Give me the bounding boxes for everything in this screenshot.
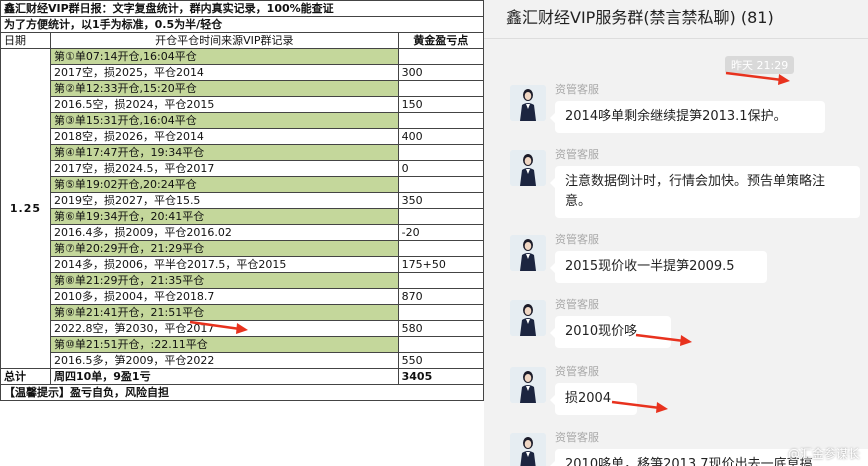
- total-row: 总计 周四10单，9盈1亏 3405: [0, 368, 485, 385]
- banner-row: 鑫汇财经VIP群日报：文字复盘统计，群内真实记录，100%能查证: [0, 0, 484, 17]
- table-row: 2010多，损2004，平仓2018.7 870: [1, 288, 485, 305]
- subheader-row: 为了方便统计，以1手为标准，0.5为半/轻仓: [0, 16, 484, 33]
- record-cell[interactable]: 第⑥单19:34开仓，20:41平仓: [49, 208, 399, 225]
- points-cell[interactable]: -20: [397, 224, 485, 241]
- record-cell[interactable]: 2019空，损2027，平仓15.5: [49, 192, 399, 209]
- report-sheet: 鑫汇财经VIP群日报：文字复盘统计，群内真实记录，100%能查证 为了方便统计，…: [0, 0, 485, 466]
- record-cell[interactable]: 2017空，损2024.5，平仓2017: [49, 160, 399, 177]
- sender-name: 资管客服: [555, 365, 599, 378]
- table-row: 第⑤单19:02开仓,20:24平仓: [1, 176, 485, 193]
- table-row: 第⑥单19:34开仓，20:41平仓: [1, 208, 485, 225]
- points-cell[interactable]: 350: [397, 192, 485, 209]
- chat-title: 鑫汇财经VIP服务群(禁言禁私聊) (81): [506, 8, 774, 27]
- tip-row: 【温馨提示】盈亏自负，风险自担: [0, 384, 484, 401]
- points-cell[interactable]: [397, 80, 485, 97]
- points-cell[interactable]: 300: [397, 64, 485, 81]
- sender-name: 资管客服: [555, 298, 599, 311]
- sender-name: 资管客服: [555, 431, 599, 444]
- points-cell[interactable]: 175+50: [397, 256, 485, 273]
- message-bubble[interactable]: 2014哆单剩余继续提笋2013.1保护。: [550, 101, 825, 133]
- message-bubble[interactable]: 注意数据倒计时，行情会加快。预告单策略注意。: [550, 166, 860, 218]
- table-row: 第⑦单20:29开仓，21:29平仓: [1, 240, 485, 257]
- table-row: 1.25 第①单07:14开仓,16:04平仓: [0, 48, 485, 369]
- record-cell[interactable]: 第④单17:47开仓，19:34平仓: [49, 144, 399, 161]
- red-arrow-icon: [611, 400, 668, 413]
- record-cell[interactable]: 第⑦单20:29开仓，21:29平仓: [49, 240, 399, 257]
- divider: [484, 38, 868, 39]
- table-row: 第⑩单21:51开仓，:22.11平仓: [1, 336, 485, 353]
- report-table: 鑫汇财经VIP群日报：文字复盘统计，群内真实记录，100%能查证 为了方便统计，…: [0, 0, 485, 401]
- total-description[interactable]: 周四10单，9盈1亏: [49, 368, 399, 385]
- total-label[interactable]: 总计: [0, 368, 51, 385]
- record-cell[interactable]: 第①单07:14开仓,16:04平仓: [49, 48, 399, 65]
- table-row: 第⑧单21:29开仓，21:35平仓: [1, 272, 485, 289]
- sender-name: 资管客服: [555, 148, 599, 161]
- column-header-row: 日期 开仓平仓时间来源VIP群记录 黄金盈亏点: [0, 32, 485, 49]
- chat-panel: 鑫汇财经VIP服务群(禁言禁私聊) (81) 昨天 21:29 资管客服 2014…: [484, 0, 868, 466]
- record-cell[interactable]: 第③单15:31开仓,16:04平仓: [49, 112, 399, 129]
- avatar[interactable]: [510, 433, 546, 466]
- points-cell[interactable]: [397, 336, 485, 353]
- points-cell[interactable]: 0: [397, 160, 485, 177]
- record-cell[interactable]: 2016.5空，损2024，平仓2015: [49, 96, 399, 113]
- record-cell[interactable]: 2014多，损2006，平半仓2017.5，平仓2015: [49, 256, 399, 273]
- table-row: 2016.5空，损2024，平仓2015 150: [1, 96, 485, 113]
- table-row: 2017空，损2025，平仓2014 300: [1, 64, 485, 81]
- points-cell[interactable]: 580: [397, 320, 485, 337]
- points-cell[interactable]: 870: [397, 288, 485, 305]
- red-arrow-icon: [635, 333, 692, 346]
- record-cell[interactable]: 第⑧单21:29开仓，21:35平仓: [49, 272, 399, 289]
- report-banner[interactable]: 鑫汇财经VIP群日报：文字复盘统计，群内真实记录，100%能查证: [0, 0, 484, 17]
- table-row: 2014多，损2006，平半仓2017.5，平仓2015 175+50: [1, 256, 485, 273]
- avatar[interactable]: [510, 235, 546, 271]
- record-cell[interactable]: 2016.4多，损2009，平仓2016.02: [49, 224, 399, 241]
- record-cell[interactable]: 2016.5多，笋2009，平仓2022: [49, 352, 399, 369]
- red-arrow-icon: [189, 320, 248, 334]
- watermark: @汇金参谋长: [787, 447, 860, 461]
- points-cell[interactable]: [397, 304, 485, 321]
- record-cell[interactable]: 第⑤单19:02开仓,20:24平仓: [49, 176, 399, 193]
- record-cell[interactable]: 第⑩单21:51开仓，:22.11平仓: [49, 336, 399, 353]
- sender-name: 资管客服: [555, 83, 599, 96]
- col-header-record[interactable]: 开仓平仓时间来源VIP群记录: [49, 32, 399, 49]
- points-cell[interactable]: 550: [397, 352, 485, 369]
- avatar[interactable]: [510, 150, 546, 186]
- points-cell[interactable]: [397, 176, 485, 193]
- message-bubble[interactable]: 2015现价收一半提笋2009.5: [550, 251, 767, 283]
- avatar[interactable]: [510, 300, 546, 336]
- table-row: 第②单12:33开仓,15:20平仓: [1, 80, 485, 97]
- record-cell[interactable]: 2017空，损2025，平仓2014: [49, 64, 399, 81]
- points-cell[interactable]: [397, 48, 485, 65]
- points-cell[interactable]: 150: [397, 96, 485, 113]
- points-cell[interactable]: [397, 144, 485, 161]
- avatar[interactable]: [510, 367, 546, 403]
- table-row: 第④单17:47开仓，19:34平仓: [1, 144, 485, 161]
- col-header-points[interactable]: 黄金盈亏点: [397, 32, 485, 49]
- record-cell[interactable]: 第②单12:33开仓,15:20平仓: [49, 80, 399, 97]
- table-row: 2016.4多，损2009，平仓2016.02 -20: [1, 224, 485, 241]
- date-cell[interactable]: 1.25: [0, 48, 51, 369]
- points-cell[interactable]: [397, 240, 485, 257]
- report-subheader[interactable]: 为了方便统计，以1手为标准，0.5为半/轻仓: [0, 16, 484, 33]
- total-value[interactable]: 3405: [397, 368, 485, 385]
- table-row: 2017空，损2024.5，平仓2017 0: [1, 160, 485, 177]
- table-row: 2016.5多，笋2009，平仓2022 550: [1, 352, 485, 369]
- table-row: 第③单15:31开仓,16:04平仓: [1, 112, 485, 129]
- table-row: 2019空，损2027，平仓15.5 350: [1, 192, 485, 209]
- table-row: 2018空，损2026，平仓2014 400: [1, 128, 485, 145]
- record-cell[interactable]: 2010多，损2004，平仓2018.7: [49, 288, 399, 305]
- risk-tip[interactable]: 【温馨提示】盈亏自负，风险自担: [0, 384, 484, 401]
- red-arrow-icon: [725, 71, 790, 85]
- avatar[interactable]: [510, 85, 546, 121]
- record-cell[interactable]: 2018空，损2026，平仓2014: [49, 128, 399, 145]
- points-cell[interactable]: [397, 208, 485, 225]
- col-header-date[interactable]: 日期: [0, 32, 51, 49]
- points-cell[interactable]: [397, 112, 485, 129]
- points-cell[interactable]: 400: [397, 128, 485, 145]
- sender-name: 资管客服: [555, 233, 599, 246]
- points-cell[interactable]: [397, 272, 485, 289]
